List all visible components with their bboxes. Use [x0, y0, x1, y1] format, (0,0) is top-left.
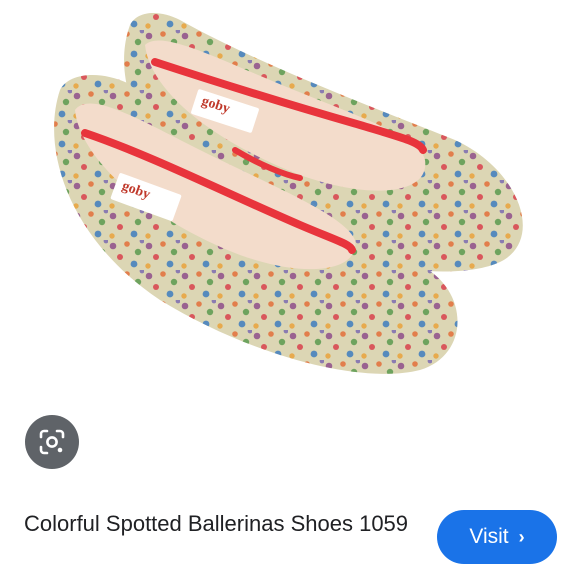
chevron-right-icon: › — [518, 526, 525, 547]
google-lens-button[interactable] — [25, 415, 79, 469]
product-title[interactable]: Colorful Spotted Ballerinas Shoes 1059 — [24, 509, 414, 539]
google-lens-icon — [39, 429, 65, 455]
visit-button[interactable]: Visit › — [437, 510, 557, 564]
product-image[interactable]: goby goby — [0, 0, 580, 410]
visit-button-label: Visit — [469, 525, 509, 548]
